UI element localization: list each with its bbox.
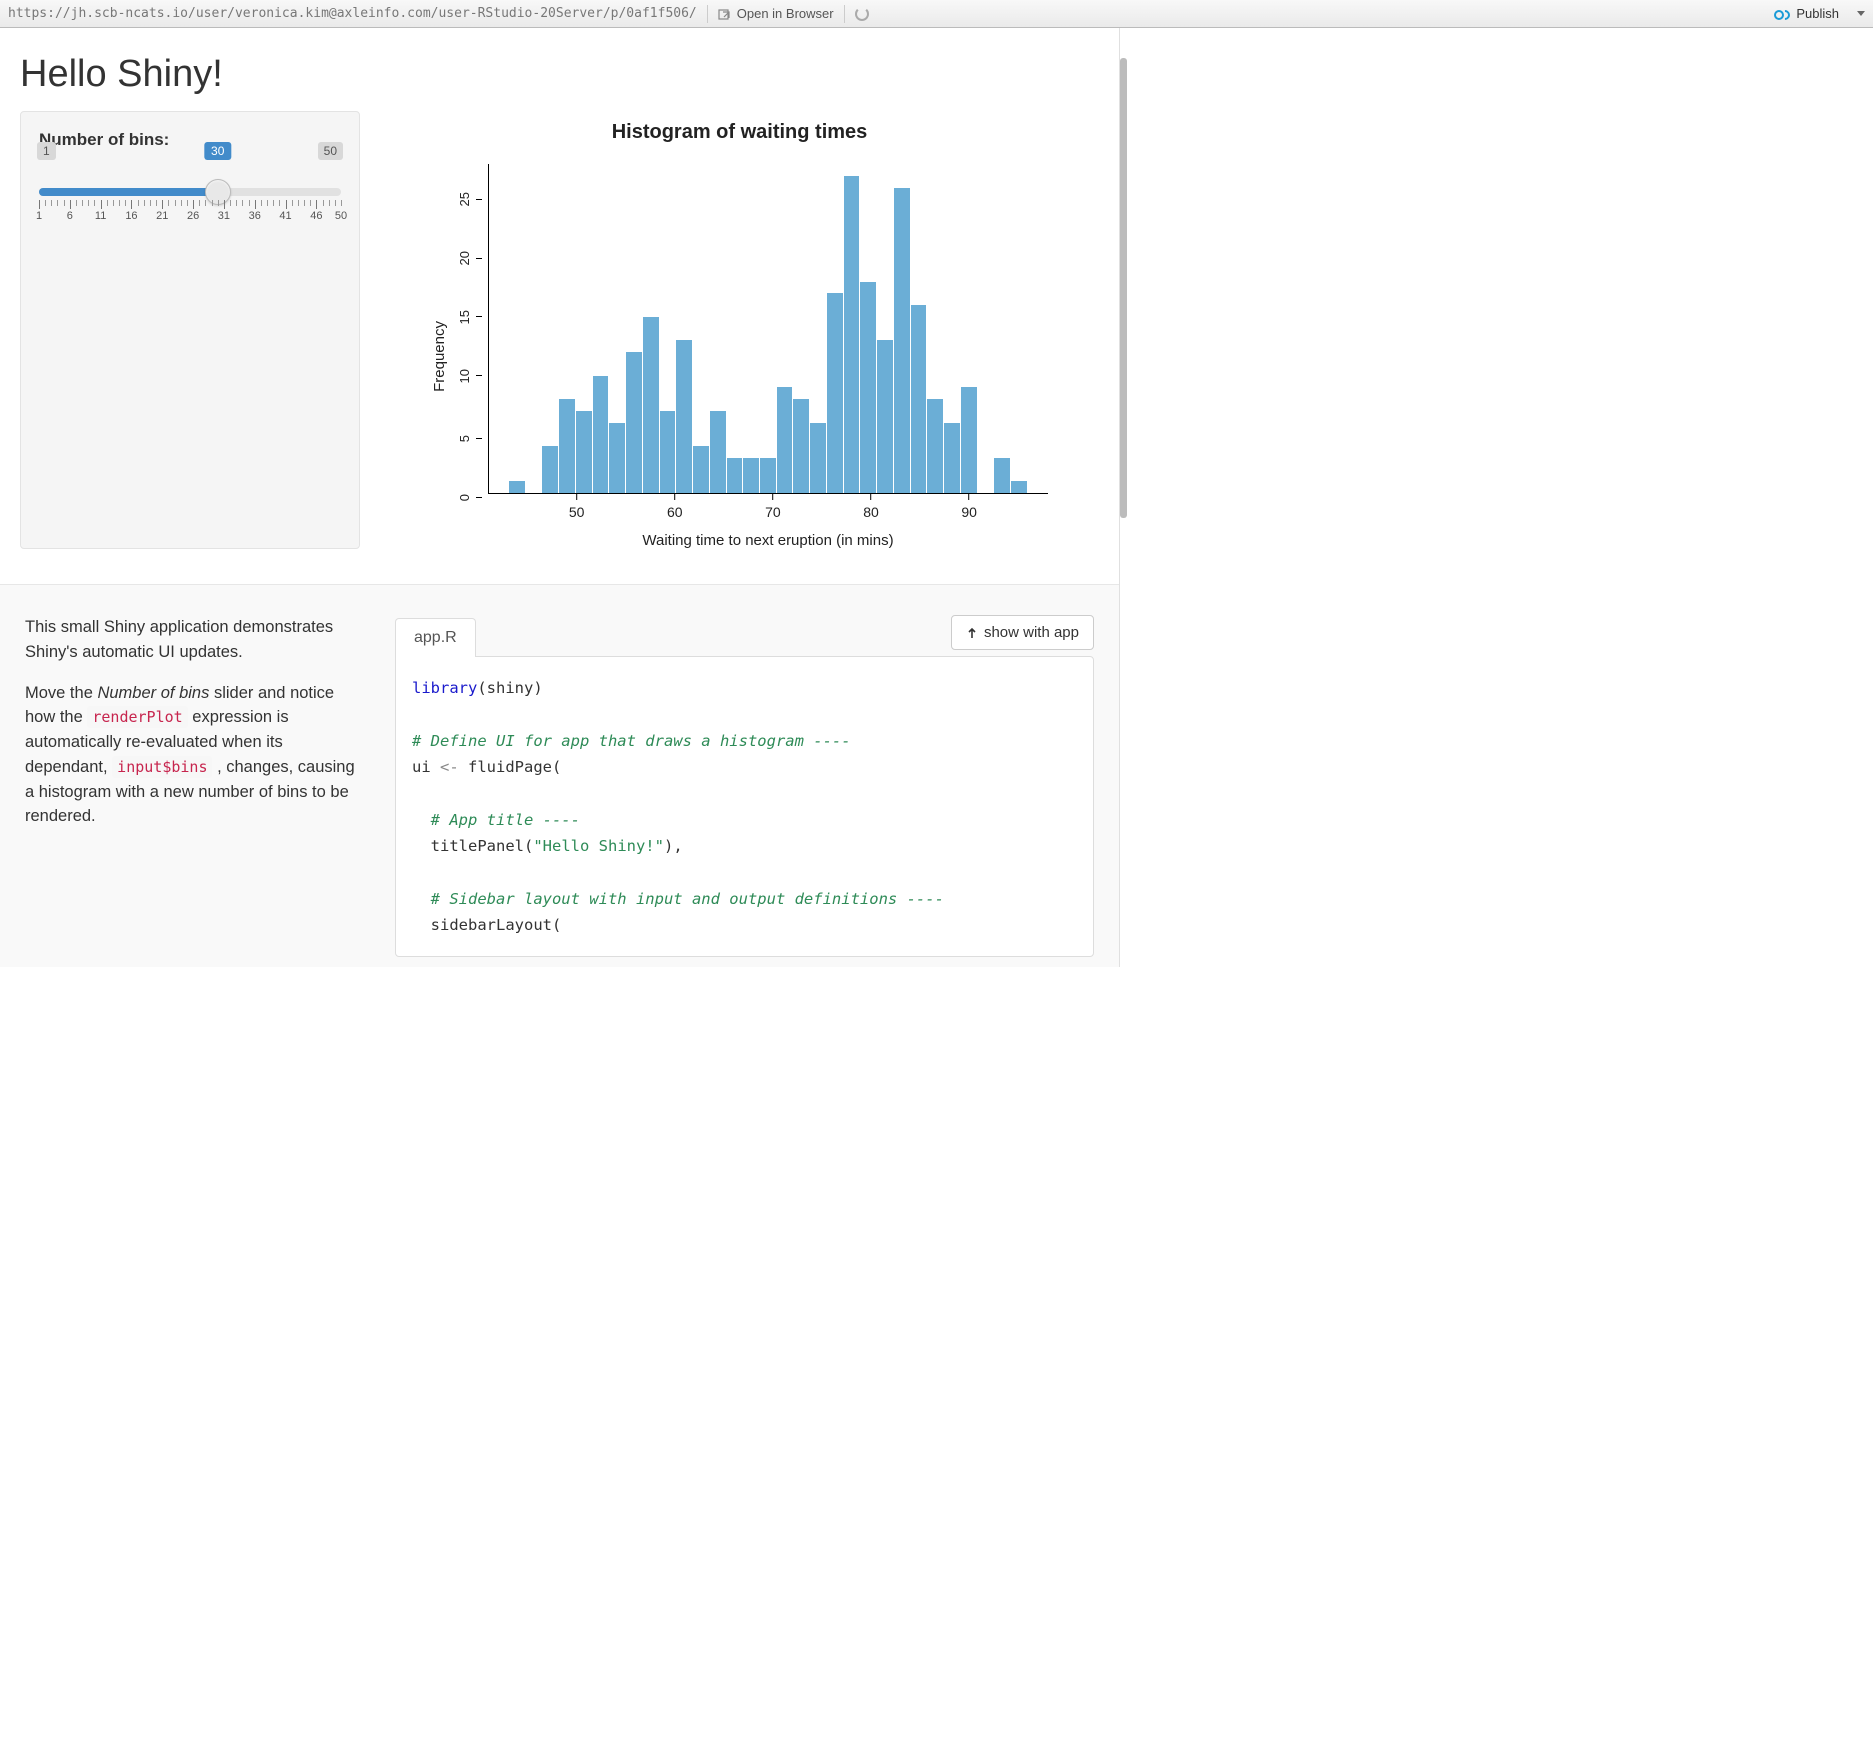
publish-label: Publish: [1796, 6, 1839, 21]
histogram-bar: [509, 481, 526, 493]
code-panel: app.R show with app library(shiny) # Def…: [395, 615, 1094, 957]
desc-paragraph-1: This small Shiny application demonstrate…: [25, 615, 365, 665]
histogram-bar: [576, 411, 593, 493]
scrollbar[interactable]: [1120, 58, 1127, 518]
histogram-bar: [810, 423, 827, 494]
publish-icon: [1774, 9, 1790, 19]
histogram-bar: [961, 387, 978, 493]
slider-max-label: 50: [318, 142, 343, 160]
x-axis-label: Waiting time to next eruption (in mins): [488, 532, 1048, 549]
histogram-bar: [609, 423, 626, 494]
histogram-bar: [643, 317, 660, 493]
histogram-bar: [660, 411, 677, 493]
y-axis-label: Frequency: [431, 321, 448, 392]
slider-min-label: 1: [37, 142, 56, 160]
histogram-bar: [827, 293, 844, 493]
histogram-bar: [760, 458, 777, 493]
desc-paragraph-2: Move the Number of bins slider and notic…: [25, 681, 365, 830]
slider-track[interactable]: [39, 188, 341, 196]
publish-button[interactable]: Publish: [1774, 6, 1865, 21]
histogram-bar: [727, 458, 744, 493]
slider-value-bubble: 30: [204, 142, 231, 160]
histogram-bar: [593, 376, 610, 494]
histogram-bar: [994, 458, 1011, 493]
histogram-bar: [743, 458, 760, 493]
reload-icon: [855, 7, 869, 21]
description-text: This small Shiny application demonstrate…: [25, 615, 365, 957]
histogram-bar: [944, 423, 961, 494]
open-in-browser-button[interactable]: Open in Browser: [718, 6, 834, 21]
histogram-bar: [1011, 481, 1028, 493]
url-display: https://jh.scb-ncats.io/user/veronica.ki…: [8, 6, 697, 21]
histogram-bar: [626, 352, 643, 493]
histogram-bar: [844, 176, 861, 493]
histogram-bar: [894, 188, 911, 493]
histogram-bar: [911, 305, 928, 493]
page-title: Hello Shiny!: [0, 28, 1119, 111]
open-in-browser-label: Open in Browser: [737, 6, 834, 21]
histogram-bar: [793, 399, 810, 493]
viewer-toolbar: https://jh.scb-ncats.io/user/veronica.ki…: [0, 0, 1873, 28]
histogram-bar: [542, 446, 559, 493]
upload-icon: [966, 626, 978, 640]
show-with-app-label: show with app: [984, 624, 1079, 641]
sidebar-panel: Number of bins: 1 50 30 1611162126313641…: [20, 111, 360, 549]
histogram-bar: [693, 446, 710, 493]
popout-icon: [718, 7, 732, 21]
slider-ticks: 16111621263136414650: [39, 200, 341, 222]
histogram-bar: [927, 399, 944, 493]
chevron-down-icon: [1857, 11, 1865, 16]
toolbar-divider: [844, 5, 845, 23]
code-inputbins: input$bins: [112, 756, 212, 778]
histogram-bar: [777, 387, 794, 493]
show-with-app-button[interactable]: show with app: [951, 615, 1094, 650]
chart-title: Histogram of waiting times: [612, 121, 868, 144]
histogram-bar: [676, 340, 693, 493]
bins-slider[interactable]: 1 50 30 16111621263136414650: [39, 164, 341, 222]
histogram-bar: [877, 340, 894, 493]
histogram-bar: [559, 399, 576, 493]
toolbar-divider: [707, 5, 708, 23]
reload-button[interactable]: [855, 7, 869, 21]
histogram-bar: [710, 411, 727, 493]
slider-label: Number of bins:: [39, 130, 341, 150]
main-panel: Histogram of waiting times Frequency 051…: [380, 111, 1099, 549]
x-axis: 5060708090: [488, 494, 1048, 514]
tab-app-r[interactable]: app.R: [395, 618, 476, 657]
slider-fill: [39, 188, 218, 196]
code-body: library(shiny) # Define UI for app that …: [395, 656, 1094, 957]
y-axis: 0510152025: [454, 164, 482, 494]
code-renderplot: renderPlot: [87, 706, 187, 728]
histogram-bars: [488, 164, 1048, 494]
histogram-bar: [860, 282, 877, 494]
description-section: This small Shiny application demonstrate…: [0, 584, 1119, 967]
